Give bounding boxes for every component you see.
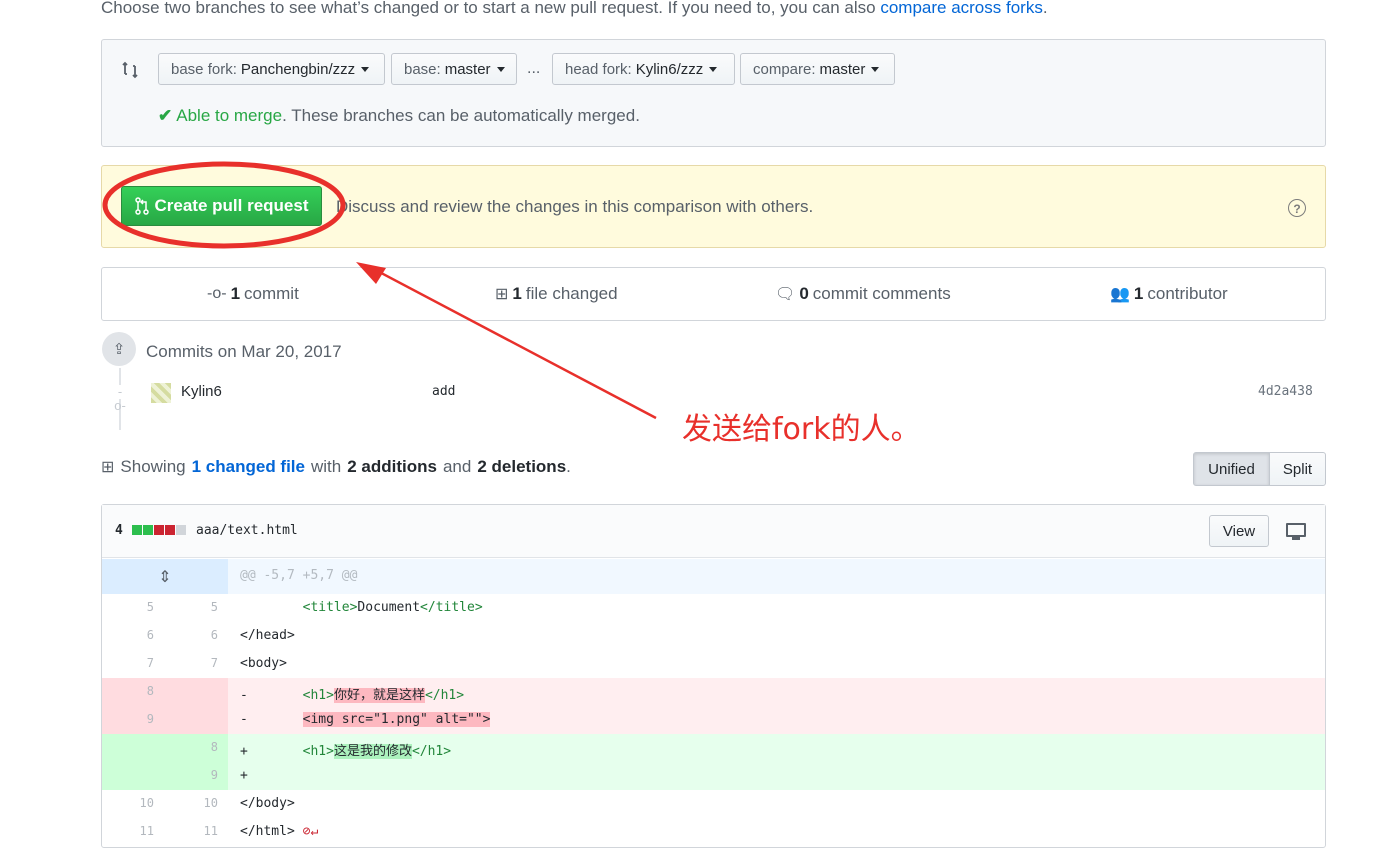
commit-author-link[interactable]: Kylin6 [181, 383, 222, 400]
base-fork-select[interactable]: base fork: Panchengbin/zzz [158, 53, 385, 85]
caret-down-icon [361, 66, 370, 72]
diffstat-blocks [132, 525, 186, 535]
caret-down-icon [871, 66, 880, 72]
base-branch-select[interactable]: base: master [391, 53, 517, 85]
commit-node-icon: -o- [113, 384, 127, 413]
head-fork-select[interactable]: head fork: Kylin6/zzz [552, 53, 735, 85]
expand-icon[interactable]: ⇕ [102, 559, 228, 594]
display-rich-diff-icon[interactable] [1286, 523, 1306, 537]
pull-request-icon [134, 197, 149, 215]
diff-line: 66 </head> [146, 628, 295, 643]
check-icon: ✔ [158, 106, 173, 125]
caret-down-icon [496, 66, 505, 72]
diff-line: 11 11 </html> ⊘↵ [139, 824, 319, 839]
split-view-button[interactable]: Split [1269, 452, 1326, 486]
changed-files-link[interactable]: 1 changed file [192, 457, 305, 477]
commits-date-heading: Commits on Mar 20, 2017 [146, 342, 342, 361]
commit-icon: -o- [207, 285, 227, 302]
file-diff-icon: ⊞ [101, 459, 115, 476]
compare-branch-select[interactable]: compare: master [740, 53, 895, 85]
compare-icon [122, 61, 138, 79]
diff-line-deletion: 8 - <h1>你好，就是这样</h1> [102, 678, 1325, 706]
create-pull-request-button[interactable]: Create pull request [121, 186, 322, 226]
diff-line: 10 10 </body> [139, 796, 295, 811]
question-icon[interactable]: ? [1288, 199, 1306, 217]
diff-line-deletion: 9 - <img src="1.png" alt=""> [102, 706, 1325, 734]
commit-message-link[interactable]: add [432, 384, 455, 399]
file-name[interactable]: aaa/text.html [196, 523, 298, 538]
diff-line-addition: 8 + <h1>这是我的修改</h1> [102, 734, 1325, 762]
diff-line-addition: 9 + [102, 762, 1325, 790]
diff-summary: ⊞ Showing 1 changed file with 2 addition… [101, 457, 571, 477]
merge-status: ✔ Able to merge. These branches can be au… [158, 106, 640, 125]
diffstat-count: 4 [115, 523, 123, 538]
diff-line: 55 <title>Document</title> [146, 600, 483, 615]
monitor-stand [1292, 537, 1300, 540]
hunk-text: @@ -5,7 +5,7 @@ [240, 568, 358, 583]
no-newline-icon: ⊘↵ [302, 824, 319, 839]
commits-tab[interactable]: -o- 1 commit [207, 284, 299, 304]
range-dots: ... [527, 60, 541, 77]
avatar[interactable] [151, 383, 171, 403]
create-pr-description: Discuss and review the changes in this c… [336, 197, 814, 216]
people-icon: 👥 [1110, 286, 1130, 303]
commit-sha-link[interactable]: 4d2a438 [1258, 384, 1313, 399]
compare-across-forks-link[interactable]: compare across forks [880, 0, 1043, 17]
file-diff-icon: ⊞ [495, 286, 509, 303]
comment-icon: 🗨 [775, 286, 796, 303]
view-file-button[interactable]: View [1209, 515, 1269, 547]
files-changed-tab[interactable]: ⊞ 1 file changed [495, 284, 618, 304]
commit-comments-tab[interactable]: 🗨 0 commit comments [775, 284, 951, 304]
repo-push-icon: ⇪ [102, 332, 136, 366]
unified-view-button[interactable]: Unified [1193, 452, 1270, 486]
intro-text: Choose two branches to see what’s change… [101, 0, 1048, 17]
annotation-text: 发送给fork的人。 [682, 412, 921, 447]
caret-down-icon [709, 66, 718, 72]
diff-line: 77 <body> [146, 656, 287, 671]
contributors-tab[interactable]: 👥 1 contributor [1110, 284, 1228, 304]
